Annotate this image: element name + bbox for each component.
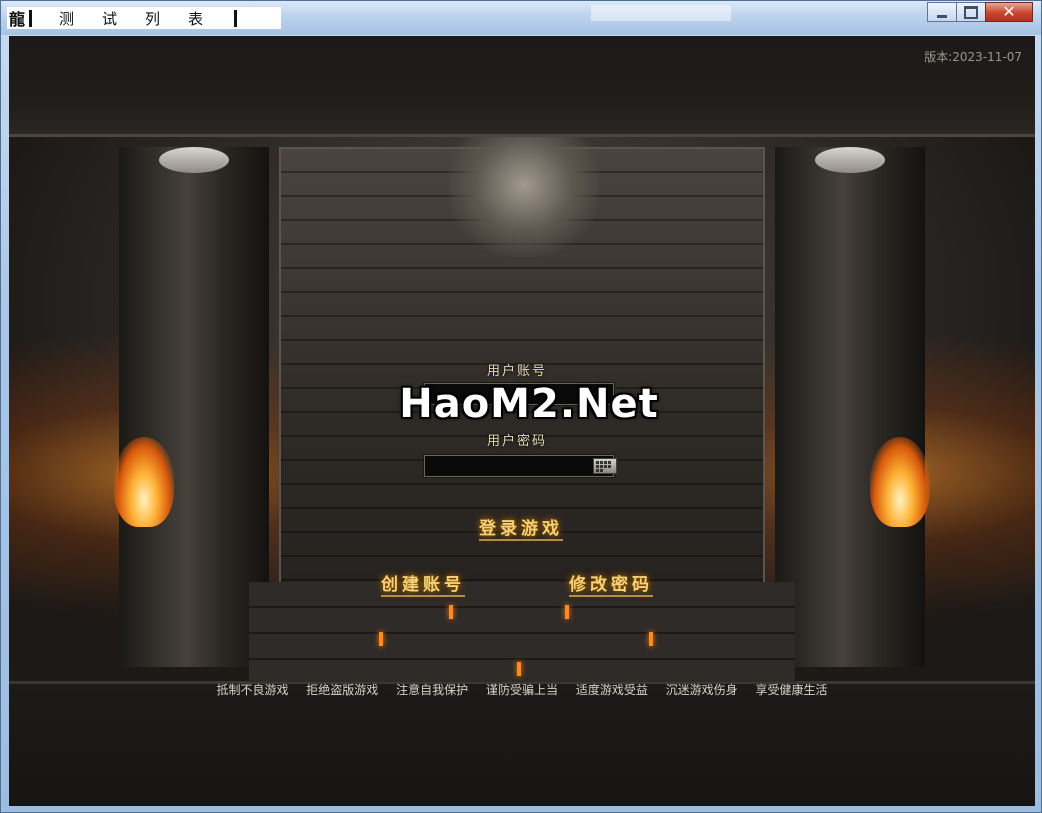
change-password-button[interactable]: 修改密码 (569, 570, 653, 597)
close-button[interactable]: ✕ (985, 2, 1033, 22)
title-segment-3: 列 (144, 9, 160, 28)
title-segment-2: 试 (101, 9, 117, 28)
site-watermark: HaoM2.Net (399, 381, 659, 427)
ember (649, 632, 653, 646)
app-icon: 龍 (8, 10, 25, 29)
maximize-button[interactable] (956, 2, 986, 22)
password-input[interactable] (423, 454, 615, 478)
title-bar[interactable]: 龍 测 试 列 表 ✕ (1, 1, 1041, 35)
bottom-band (9, 684, 1035, 806)
game-window: 龍 测 试 列 表 ✕ 版本:2023-11-07 用户账号 HaoM2.Net… (0, 0, 1042, 813)
create-account-button[interactable]: 创建账号 (381, 570, 465, 597)
advice-item: 谨防受骗上当 (485, 683, 558, 697)
title-segment-1: 测 (58, 9, 74, 28)
pillar-cap (159, 147, 229, 173)
advice-item: 抵制不良游戏 (216, 683, 289, 697)
stone-stairs (249, 582, 795, 682)
health-advice-line: 抵制不良游戏 拒绝盗版游戏 注意自我保护 谨防受骗上当 适度游戏受益 沉迷游戏伤… (9, 681, 1035, 698)
keyboard-icon[interactable] (593, 458, 617, 474)
title-separator (234, 9, 237, 27)
pillar-cap (815, 147, 885, 173)
ember (565, 605, 569, 619)
password-label: 用户密码 (486, 434, 547, 449)
minimize-icon (937, 14, 947, 18)
minimize-button[interactable] (927, 2, 957, 22)
window-title: 龍 测 试 列 表 (7, 7, 281, 29)
close-icon: ✕ (1002, 2, 1016, 21)
dragon-head-carving (449, 137, 599, 257)
dragon-pillar-right (775, 147, 925, 667)
dragon-pillar-left (119, 147, 269, 667)
advice-item: 拒绝盗版游戏 (306, 683, 379, 697)
title-segment-4: 表 (187, 9, 203, 28)
game-client-area: 版本:2023-11-07 用户账号 HaoM2.Net 用户密码 登录游戏 创… (9, 36, 1035, 806)
window-controls: ✕ (927, 2, 1033, 22)
title-separator (29, 9, 32, 27)
version-label: 版本:2023-11-07 (924, 50, 1022, 64)
ember (379, 632, 383, 646)
maximize-icon (964, 5, 978, 19)
advice-item: 沉迷游戏伤身 (665, 683, 738, 697)
background-window-ghost (591, 5, 731, 21)
advice-item: 享受健康生活 (755, 683, 828, 697)
ember (449, 605, 453, 619)
advice-item: 注意自我保护 (396, 683, 469, 697)
torch-flame-left (114, 437, 174, 527)
login-button[interactable]: 登录游戏 (479, 514, 563, 541)
ember (517, 662, 521, 676)
username-label: 用户账号 (486, 364, 547, 379)
advice-item: 适度游戏受益 (575, 683, 648, 697)
top-band: 版本:2023-11-07 (9, 36, 1035, 134)
torch-flame-right (870, 437, 930, 527)
